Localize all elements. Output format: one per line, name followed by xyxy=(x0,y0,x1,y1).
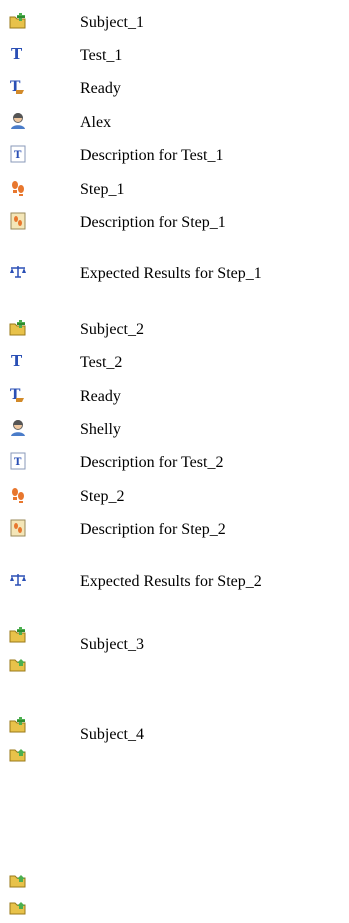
tree-item-test-1[interactable]: T Test_1 xyxy=(0,40,349,70)
tree-item-subject-1[interactable]: Subject_1 xyxy=(0,7,349,37)
svg-text:T: T xyxy=(11,45,23,63)
scales-icon xyxy=(8,262,28,282)
user-icon xyxy=(8,111,28,131)
tree-item-label: Test_1 xyxy=(80,47,123,64)
tree-item-label: Shelly xyxy=(80,421,121,438)
tree-item-step-description-2[interactable]: Description for Step_2 xyxy=(0,514,349,544)
user-icon xyxy=(8,418,28,438)
tree-item-folder-5[interactable] xyxy=(0,866,349,896)
svg-text:T: T xyxy=(14,150,22,161)
tree-item-expected-2[interactable]: Expected Results for Step_2 xyxy=(0,566,349,596)
tree-item-folder-3[interactable] xyxy=(0,650,349,680)
tree-item-label: Step_1 xyxy=(80,181,125,198)
new-folder-icon xyxy=(8,625,28,645)
tree-item-step-1[interactable]: Step_1 xyxy=(0,174,349,204)
folder-up-icon xyxy=(8,870,28,890)
tree-item-status-1[interactable]: T Ready xyxy=(0,73,349,103)
tree-item-test-2[interactable]: T Test_2 xyxy=(0,347,349,377)
tree-item-status-2[interactable]: T Ready xyxy=(0,381,349,411)
step-icon xyxy=(8,485,28,505)
step-description-icon xyxy=(8,211,28,231)
tree-item-label: Subject_1 xyxy=(80,14,144,31)
tree-item-step-description-1[interactable]: Description for Step_1 xyxy=(0,207,349,237)
tree-item-label: Description for Test_1 xyxy=(80,147,224,164)
tree-item-label: Expected Results for Step_1 xyxy=(80,265,262,282)
description-icon: T xyxy=(8,144,28,164)
tree-item-expected-1[interactable]: Expected Results for Step_1 xyxy=(0,258,349,288)
scales-icon xyxy=(8,570,28,590)
folder-up-icon xyxy=(8,744,28,764)
tree-item-label: Description for Step_1 xyxy=(80,214,226,231)
status-icon: T xyxy=(8,77,28,97)
status-icon: T xyxy=(8,385,28,405)
tree-item-subject-3[interactable]: Subject_3 xyxy=(0,621,349,653)
tree-item-label: Ready xyxy=(80,388,121,405)
tree-item-subject-4[interactable]: Subject_4 xyxy=(0,711,349,743)
tree-item-label: Test_2 xyxy=(80,354,123,371)
tree-item-label: Alex xyxy=(80,114,112,131)
tree-item-owner-1[interactable]: Alex xyxy=(0,107,349,137)
new-folder-icon xyxy=(8,715,28,735)
test-icon: T xyxy=(8,351,28,371)
svg-text:T: T xyxy=(11,352,23,370)
tree-item-folder-4[interactable] xyxy=(0,740,349,770)
tree-item-test-description-1[interactable]: T Description for Test_1 xyxy=(0,140,349,170)
tree-item-folder-6[interactable] xyxy=(0,893,349,923)
description-icon: T xyxy=(8,451,28,471)
new-folder-icon xyxy=(8,11,28,31)
tree-item-owner-2[interactable]: Shelly xyxy=(0,414,349,444)
svg-text:T: T xyxy=(14,457,22,468)
step-description-icon xyxy=(8,518,28,538)
step-icon xyxy=(8,178,28,198)
folder-up-icon xyxy=(8,897,28,917)
tree-item-label: Step_2 xyxy=(80,488,125,505)
tree-item-label: Subject_2 xyxy=(80,321,144,338)
tree-item-label: Description for Step_2 xyxy=(80,521,226,538)
tree-item-step-2[interactable]: Step_2 xyxy=(0,481,349,511)
tree-item-label: Expected Results for Step_2 xyxy=(80,573,262,590)
new-folder-icon xyxy=(8,318,28,338)
tree-item-subject-2[interactable]: Subject_2 xyxy=(0,314,349,344)
tree-item-label: Description for Test_2 xyxy=(80,454,224,471)
folder-up-icon xyxy=(8,654,28,674)
tree-item-label: Ready xyxy=(80,80,121,97)
tree-item-test-description-2[interactable]: T Description for Test_2 xyxy=(0,447,349,477)
test-icon: T xyxy=(8,44,28,64)
